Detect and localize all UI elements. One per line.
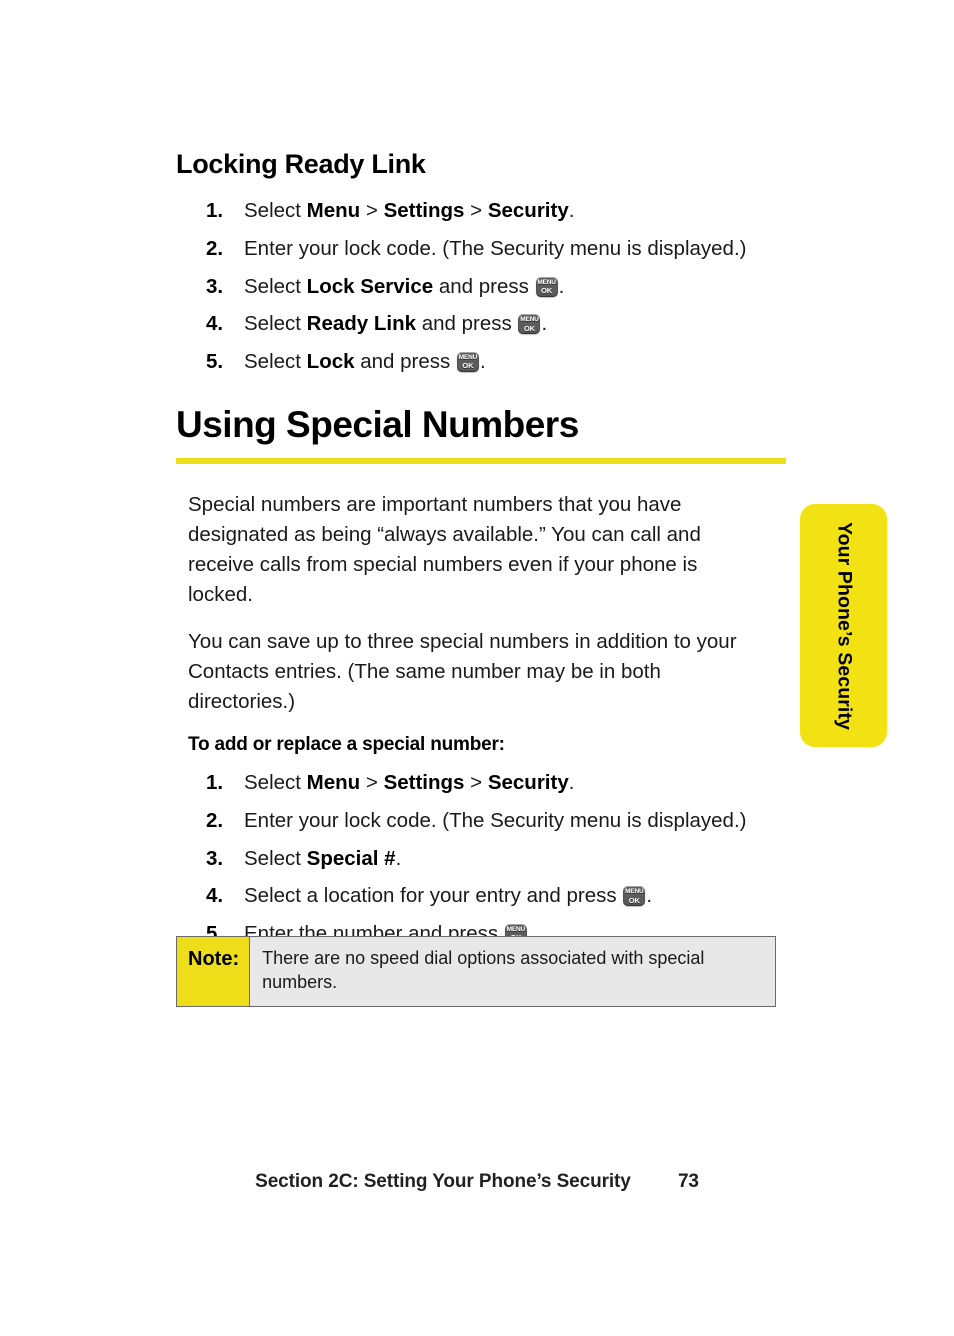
key-label-menu: MENU: [625, 888, 644, 896]
menu-ok-key-icon: MENUOK: [456, 351, 479, 372]
step-item: 3. Select Lock Service and press MENU OK.: [176, 274, 776, 301]
step-item: 3. Select Special #.: [176, 846, 776, 873]
step-number: 3.: [206, 274, 224, 298]
content-column: Locking Ready Link 1. Select Menu > Setti…: [176, 149, 786, 959]
step-text: Enter your lock code. (The Security menu…: [244, 809, 747, 833]
step-number: 1.: [206, 199, 224, 223]
title-rule: [176, 458, 786, 465]
note-text: There are no speed dial options associat…: [262, 948, 705, 993]
footer-section-title: Section 2C: Setting Your Phone’s Securit…: [255, 1171, 631, 1192]
step-text: Select Special #.: [244, 846, 402, 870]
locking-ready-link-steps: 1. Select Menu > Settings > Security. 2. En…: [176, 198, 776, 375]
side-tab-label: Your Phone’s Security: [833, 521, 855, 730]
step-item: 4. Select Ready Link and press MENU OK.: [176, 311, 776, 338]
page-number: 73: [677, 1171, 699, 1192]
step-text: Select a location for your entry and pre…: [244, 884, 653, 908]
step-emphasis: Settings: [383, 771, 465, 795]
step-number: 4.: [206, 884, 224, 908]
step-item: 1. Select Menu > Settings > Security.: [176, 198, 776, 225]
step-number: 2.: [206, 809, 224, 833]
step-text: Select Lock and press MENU OK.: [244, 349, 486, 373]
menu-ok-key-icon: MENUOK: [535, 276, 558, 297]
step-number: 2.: [206, 236, 224, 260]
section-heading-locking-ready-link: Locking Ready Link: [176, 149, 426, 179]
step-number: 3.: [206, 846, 224, 870]
step-emphasis: Security: [487, 771, 569, 795]
note-label: Note:: [177, 937, 251, 1006]
add-replace-special-number-steps: 1. Select Menu > Settings > Security. 2. En…: [176, 770, 776, 947]
step-item: 1. Select Menu > Settings > Security.: [176, 770, 776, 797]
body-paragraph: You can save up to three special numbers…: [188, 630, 737, 713]
step-item: 2. Enter your lock code. (The Security me…: [176, 236, 776, 263]
side-tab-your-phones-security: Your Phone’s Security: [800, 504, 887, 747]
step-emphasis: Ready Link: [306, 312, 417, 336]
footer: Section 2C: Setting Your Phone’s Securit…: [0, 1171, 954, 1193]
step-emphasis: Lock Service: [306, 274, 434, 298]
menu-ok-key-icon: MENUOK: [623, 886, 646, 907]
step-text: Select Lock Service and press MENU OK.: [244, 274, 565, 298]
step-item: 4. Select a location for your entry and p…: [176, 883, 776, 910]
step-item: 5. Select Lock and press MENU OK.: [176, 349, 776, 376]
special-numbers-description: Special numbers are important numbers th…: [188, 490, 776, 716]
page: Your Phone’s Security Locking Ready Link…: [0, 0, 954, 1336]
step-emphasis: Menu: [306, 199, 361, 223]
step-number: 4.: [206, 312, 224, 336]
step-text: Select Menu > Settings > Security.: [244, 199, 575, 223]
step-emphasis: Lock: [306, 349, 355, 373]
step-number: 5.: [206, 349, 224, 373]
step-number: 1.: [206, 771, 224, 795]
page-title-using-special-numbers: Using Special Numbers: [176, 403, 579, 445]
step-emphasis: Security: [487, 199, 569, 223]
lead-in-to-add-or-replace: To add or replace a special number:: [188, 734, 505, 756]
step-emphasis: Menu: [306, 771, 361, 795]
step-text: Enter your lock code. (The Security menu…: [244, 236, 747, 260]
step-emphasis: Settings: [383, 199, 465, 223]
key-label-ok: OK: [628, 895, 640, 905]
key-label-ok: OK: [462, 361, 474, 371]
step-emphasis: Special #: [306, 846, 396, 870]
key-label-menu: MENU: [520, 316, 539, 324]
menu-ok-key-icon: MENUOK: [518, 314, 541, 335]
body-paragraph: Special numbers are important numbers th…: [188, 493, 701, 606]
step-item: 2. Enter your lock code. (The Security me…: [176, 808, 776, 835]
key-label-ok: OK: [523, 323, 535, 333]
step-text: Select Menu > Settings > Security.: [244, 771, 575, 795]
note-box: Note: There are no speed dial options as…: [176, 936, 776, 1007]
step-text: Select Ready Link and press MENU OK.: [244, 312, 548, 336]
key-label-ok: OK: [541, 286, 553, 296]
